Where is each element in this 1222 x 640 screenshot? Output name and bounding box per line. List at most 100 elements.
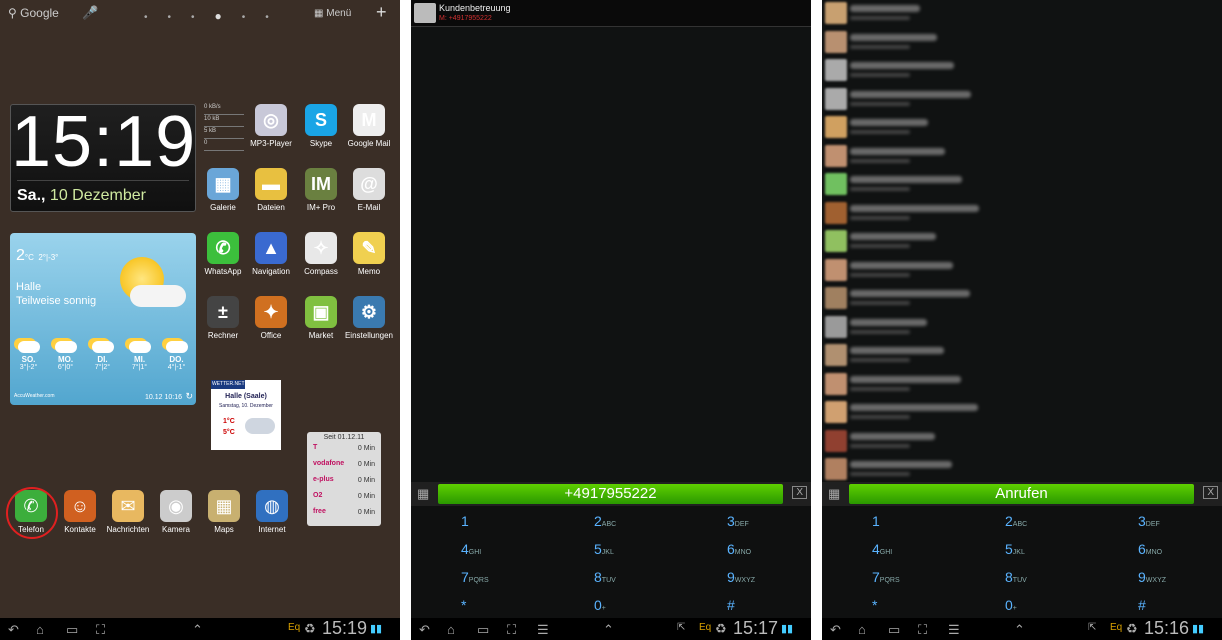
messages-icon: ✉ <box>112 490 144 522</box>
dock-internet[interactable]: ◍ Internet <box>247 490 297 534</box>
recent-apps-icon[interactable]: ▭ <box>66 622 78 638</box>
app-google-mail[interactable]: M Google Mail <box>344 104 394 148</box>
contact-row[interactable] <box>822 114 1222 142</box>
key-5[interactable]: 5JKL <box>544 534 677 562</box>
contact-row[interactable] <box>822 29 1222 57</box>
backspace-icon[interactable]: X <box>1203 486 1218 499</box>
contact-row[interactable] <box>822 399 1222 427</box>
contact-row[interactable] <box>822 342 1222 370</box>
screenshot-icon[interactable]: ⛶ <box>918 622 927 638</box>
dock-nachrichten[interactable]: ✉ Nachrichten <box>103 490 153 534</box>
back-icon[interactable]: ↶ <box>419 622 430 638</box>
microphone-icon[interactable]: 🎤 <box>82 5 98 21</box>
contact-row[interactable] <box>822 171 1222 199</box>
app-whatsapp[interactable]: ✆ WhatsApp <box>198 232 248 276</box>
contact-row[interactable] <box>822 257 1222 285</box>
app-einstellungen[interactable]: ⚙ Einstellungen <box>344 296 394 340</box>
key-3[interactable]: 3DEF <box>677 506 810 534</box>
contact-row[interactable] <box>822 314 1222 342</box>
screenshot-icon[interactable]: ⛶ <box>96 622 105 638</box>
contact-row[interactable] <box>822 371 1222 399</box>
keypad-toggle-icon[interactable]: ▦ <box>417 486 429 502</box>
clock-widget[interactable]: 15:19 Sa., 10 Dezember <box>10 102 196 212</box>
refresh-icon[interactable]: ↻ <box>185 391 193 402</box>
key-9[interactable]: 9WXYZ <box>1088 562 1221 590</box>
key-8[interactable]: 8TUV <box>544 562 677 590</box>
contact-row[interactable] <box>822 456 1222 484</box>
key-4[interactable]: 4GHI <box>822 534 955 562</box>
app-office[interactable]: ✦ Office <box>246 296 296 340</box>
key-1[interactable]: 1 <box>411 506 544 534</box>
contact-row[interactable] <box>822 86 1222 114</box>
contact-row[interactable] <box>822 200 1222 228</box>
up-arrow-icon[interactable]: ⌃ <box>603 622 614 638</box>
expand-icon: ⇱ <box>1088 622 1097 633</box>
key-2[interactable]: 2ABC <box>544 506 677 534</box>
home-icon[interactable]: ⌂ <box>858 622 866 637</box>
forecast-day: DI. 7°|2° <box>84 341 121 371</box>
app-compass[interactable]: ✧ Compass <box>296 232 346 276</box>
app-navigation[interactable]: ▲ Navigation <box>246 232 296 276</box>
back-icon[interactable]: ↶ <box>8 622 19 638</box>
recent-apps-icon[interactable]: ▭ <box>477 622 489 638</box>
home-icon[interactable]: ⌂ <box>447 622 455 637</box>
contact-row[interactable] <box>822 0 1222 28</box>
up-arrow-icon[interactable]: ⌃ <box>1014 622 1025 638</box>
dock-kamera[interactable]: ◉ Kamera <box>151 490 201 534</box>
net-rate-label: 10 kB <box>204 116 244 127</box>
key-2[interactable]: 2ABC <box>955 506 1088 534</box>
minutes-widget[interactable]: Seit 01.12.11 T0 Min vodafone 0 Min e-plus 0… <box>307 432 381 526</box>
menu-button[interactable]: ▦ Menü <box>314 8 351 19</box>
app-e-mail[interactable]: @ E-Mail <box>344 168 394 212</box>
key-hash[interactable]: # <box>677 590 810 618</box>
app-dateien[interactable]: ▬ Dateien <box>246 168 296 212</box>
key-7[interactable]: 7PQRS <box>822 562 955 590</box>
backspace-icon[interactable]: X <box>792 486 807 499</box>
contact-suggestion[interactable]: Kundenbetreuung M: +4917955222 <box>411 0 811 27</box>
dial-number-display[interactable]: +4917955222 <box>438 484 783 504</box>
contact-row[interactable] <box>822 428 1222 456</box>
key-6[interactable]: 6MNO <box>677 534 810 562</box>
app-market[interactable]: ▣ Market <box>296 296 346 340</box>
keypad-toggle-icon[interactable]: ▦ <box>828 486 840 502</box>
menu-icon[interactable]: ☰ <box>948 622 960 638</box>
key-9[interactable]: 9WXYZ <box>677 562 810 590</box>
key-7[interactable]: 7PQRS <box>411 562 544 590</box>
key-3[interactable]: 3DEF <box>1088 506 1221 534</box>
app-mp3-player[interactable]: ◎ MP3-Player <box>246 104 296 148</box>
up-arrow-icon[interactable]: ⌃ <box>192 622 203 638</box>
recent-apps-icon[interactable]: ▭ <box>888 622 900 638</box>
menu-icon[interactable]: ☰ <box>537 622 549 638</box>
weather-widget[interactable]: 2°C 2°|-3° Halle Teilweise sonnig SO. 3°|… <box>10 233 196 405</box>
screenshot-icon[interactable]: ⛶ <box>507 622 516 638</box>
dock-kontakte[interactable]: ☺ Kontakte <box>55 490 105 534</box>
wetter-net-widget[interactable]: WETTER.NET Halle (Saale) Samstag, 10. De… <box>211 380 281 450</box>
app-skype[interactable]: S Skype <box>296 104 346 148</box>
contact-row[interactable] <box>822 285 1222 313</box>
back-icon[interactable]: ↶ <box>830 622 841 638</box>
key-6[interactable]: 6MNO <box>1088 534 1221 562</box>
google-search-button[interactable]: ⚲ Google <box>8 6 59 20</box>
contact-row[interactable] <box>822 57 1222 85</box>
app-memo[interactable]: ✎ Memo <box>344 232 394 276</box>
home-icon[interactable]: ⌂ <box>36 622 44 637</box>
key-star[interactable]: * <box>411 590 544 618</box>
contact-avatar <box>825 59 847 81</box>
contact-row[interactable] <box>822 228 1222 256</box>
key-4[interactable]: 4GHI <box>411 534 544 562</box>
dialer-screen-contacts: ▦ Anrufen X 1 2ABC 3DEF 4GHI 5JKL 6MNO 7PQRS 8T… <box>822 0 1222 640</box>
key-0[interactable]: 0+ <box>544 590 677 618</box>
contact-row[interactable] <box>822 143 1222 171</box>
key-5[interactable]: 5JKL <box>955 534 1088 562</box>
key-hash[interactable]: # <box>1088 590 1221 618</box>
key-1[interactable]: 1 <box>822 506 955 534</box>
app-rechner[interactable]: ± Rechner <box>198 296 248 340</box>
dock-maps[interactable]: ▦ Maps <box>199 490 249 534</box>
app-im-pro[interactable]: IM IM+ Pro <box>296 168 346 212</box>
key-0[interactable]: 0+ <box>955 590 1088 618</box>
key-star[interactable]: * <box>822 590 955 618</box>
app-galerie[interactable]: ▦ Galerie <box>198 168 248 212</box>
call-button[interactable]: Anrufen <box>849 484 1194 504</box>
add-icon[interactable]: + <box>376 2 387 23</box>
key-8[interactable]: 8TUV <box>955 562 1088 590</box>
